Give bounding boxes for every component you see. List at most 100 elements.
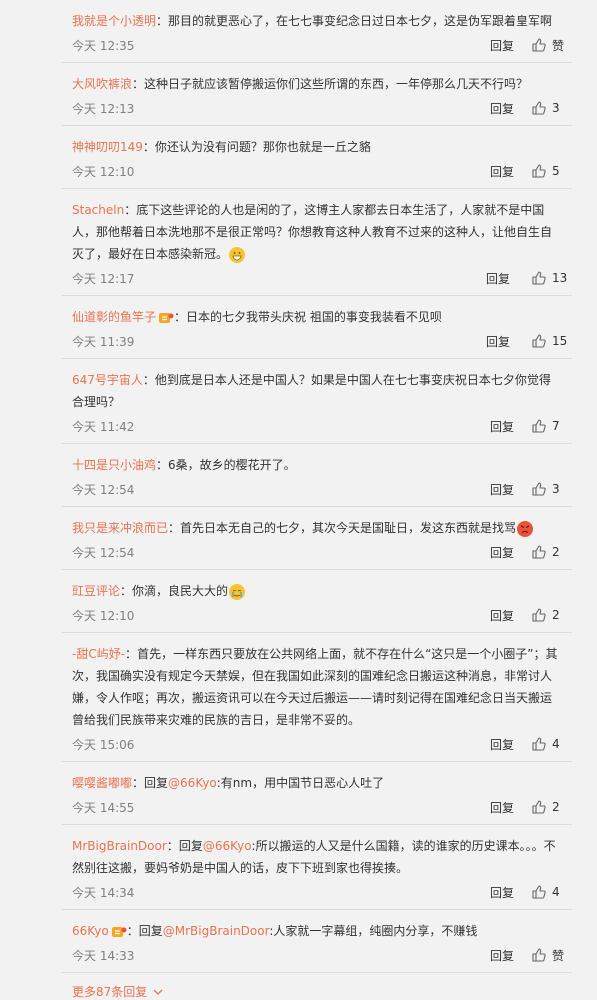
like-button[interactable]: 5 <box>532 164 572 178</box>
reply-button[interactable]: 回复 <box>490 481 514 498</box>
reply-prefix: 回复 <box>144 776 169 790</box>
like-button[interactable]: 15 <box>532 334 572 348</box>
comment-item: MrBigBrainDoor：回复@66Kyo:所以搬运的人又是什么国籍，读的谁… <box>62 825 572 910</box>
comment-text-block: MrBigBrainDoor：回复@66Kyo:所以搬运的人又是什么国籍，读的谁… <box>72 835 572 879</box>
comment-item: Stacheln：底下这些评论的人也是闲的了，这博主人家都去日本生活了，人家就不… <box>62 189 572 296</box>
comment-username[interactable]: 豇豆评论 <box>72 584 120 598</box>
like-button[interactable]: 赞 <box>532 37 572 54</box>
reply-button[interactable]: 回复 <box>486 270 510 287</box>
comment-separator: ： <box>132 776 145 790</box>
reply-button[interactable]: 回复 <box>490 736 514 753</box>
mention-link[interactable]: @MrBigBrainDoor <box>163 924 270 938</box>
angry-emoji <box>517 520 534 537</box>
comment-separator: ： <box>174 310 187 324</box>
comment-separator: ： <box>132 77 145 91</box>
like-button[interactable]: 13 <box>532 271 572 285</box>
comment-username[interactable]: 十四是只小油鸡 <box>72 458 156 472</box>
like-count: 3 <box>552 482 560 496</box>
reply-button[interactable]: 回复 <box>490 884 514 901</box>
like-button[interactable]: 4 <box>532 737 572 751</box>
comment-username[interactable]: 仙道彰的鱼竿子 <box>72 310 156 324</box>
comment-content: 首先，一样东西只要放在公共网络上面，就不存在什么“这只是一个小圈子”；其次，我国… <box>72 647 558 727</box>
reply-button[interactable]: 回复 <box>490 607 514 624</box>
comment-separator: ： <box>156 458 169 472</box>
comment-content: 首先日本无自己的七夕，其次今天是国耻日，发这东西就是找骂 <box>180 521 517 535</box>
reply-button[interactable]: 回复 <box>490 799 514 816</box>
like-count: 7 <box>552 419 560 433</box>
thumbs-up-icon <box>532 164 546 178</box>
mention-link[interactable]: @66Kyo <box>203 839 252 853</box>
comment-username[interactable]: 嘤嘤酱嘟嘟 <box>72 776 132 790</box>
comment-list: 我就是个小透明：那目的就更恶心了，在七七事变纪念日过日本七夕，这是伪军跟着皇军啊… <box>62 0 572 999</box>
like-button[interactable]: 赞 <box>532 947 572 964</box>
comment-item: 嘤嘤酱嘟嘟：回复@66Kyo:有nm，用中国节日恶心人吐了 今天 14:55 回复 2 <box>62 762 572 825</box>
like-count: 2 <box>552 608 560 622</box>
comment-username[interactable]: 大风吹裤浪 <box>72 77 132 91</box>
comment-username[interactable]: 我就是个小透明 <box>72 14 156 28</box>
comment-separator: ： <box>142 373 155 387</box>
comment-meta: 今天 14:34 回复 4 <box>72 881 572 903</box>
comment-item: 我就是个小透明：那目的就更恶心了，在七七事变纪念日过日本七夕，这是伪军跟着皇军啊… <box>62 0 572 63</box>
like-button[interactable]: 3 <box>532 101 572 115</box>
comment-meta: 今天 12:10 回复 2 <box>72 604 572 626</box>
comment-meta: 今天 12:17 回复 13 <box>72 267 572 289</box>
comment-timestamp: 今天 12:17 <box>72 271 135 286</box>
mention-link[interactable]: @66Kyo <box>168 776 217 790</box>
reply-button[interactable]: 回复 <box>486 333 510 350</box>
reply-button[interactable]: 回复 <box>490 37 514 54</box>
comment-item: 我只是来冲浪而已：首先日本无自己的七夕，其次今天是国耻日，发这东西就是找骂 今天 … <box>62 507 572 570</box>
comment-text-block: 66Kyo ：回复@MrBigBrainDoor:人家就一字幕组，纯圈内分享，不赚… <box>72 920 572 942</box>
like-button[interactable]: 4 <box>532 885 572 899</box>
reply-button[interactable]: 回复 <box>490 418 514 435</box>
comment-timestamp: 今天 12:10 <box>72 608 135 623</box>
reply-button[interactable]: 回复 <box>490 163 514 180</box>
chevron-down-icon <box>153 989 163 995</box>
like-button[interactable]: 2 <box>532 545 572 559</box>
comment-meta: 今天 14:55 回复 2 <box>72 796 572 818</box>
comment-meta: 今天 15:06 回复 4 <box>72 733 572 755</box>
comment-username[interactable]: 66Kyo <box>72 924 109 938</box>
like-button[interactable]: 7 <box>532 419 572 433</box>
comment-timestamp: 今天 14:34 <box>72 885 135 900</box>
cry-emoji <box>229 583 246 600</box>
comment-item: 神神叨叨149：你还认为没有问题？那你也就是一丘之貉 今天 12:10 回复 5 <box>62 126 572 189</box>
comment-timestamp: 今天 14:55 <box>72 800 135 815</box>
comment-username[interactable]: Stacheln <box>72 203 124 217</box>
like-button[interactable]: 3 <box>532 482 572 496</box>
comment-timestamp: 今天 12:35 <box>72 38 135 53</box>
comment-text-block: Stacheln：底下这些评论的人也是闲的了，这博主人家都去日本生活了，人家就不… <box>72 199 572 265</box>
like-button[interactable]: 2 <box>532 608 572 622</box>
reply-button[interactable]: 回复 <box>490 544 514 561</box>
comment-username[interactable]: 我只是来冲浪而已 <box>72 521 168 535</box>
comment-separator: ： <box>124 203 137 217</box>
comment-item: 大风吹裤浪：这种日子就应该暂停搬运你们这些所谓的东西，一年停那么几天不行吗？ 今天… <box>62 63 572 126</box>
thumbs-up-icon <box>532 38 546 52</box>
reply-button[interactable]: 回复 <box>490 947 514 964</box>
comment-meta: 今天 12:10 回复 5 <box>72 160 572 182</box>
like-count: 5 <box>552 164 560 178</box>
comment-item: -甜C屿妤-：首先，一样东西只要放在公共网络上面，就不存在什么“这只是一个小圈子… <box>62 633 572 762</box>
more-replies-link[interactable]: 更多87条回复 <box>62 973 572 1000</box>
comment-text-block: 豇豆评论：你滴，良民大大的 <box>72 580 572 602</box>
comment-timestamp: 今天 12:54 <box>72 545 135 560</box>
left-gutter <box>0 0 62 882</box>
comment-content: 你滴，良民大大的 <box>132 584 229 598</box>
comment-username[interactable]: MrBigBrainDoor <box>72 839 167 853</box>
reply-button[interactable]: 回复 <box>490 100 514 117</box>
comment-username[interactable]: 神神叨叨149 <box>72 140 143 154</box>
comment-timestamp: 今天 11:39 <box>72 334 135 349</box>
comment-username[interactable]: -甜C屿妤- <box>72 647 125 661</box>
like-count: 4 <box>552 737 560 751</box>
like-button[interactable]: 2 <box>532 800 572 814</box>
comment-text-block: 大风吹裤浪：这种日子就应该暂停搬运你们这些所谓的东西，一年停那么几天不行吗？ <box>72 73 572 95</box>
comment-text-block: 仙道彰的鱼竿子 ：日本的七夕我带头庆祝 祖国的事变我装看不见呗 <box>72 306 572 328</box>
comment-content: :人家就一字幕组，纯圈内分享，不赚钱 <box>269 924 478 938</box>
like-count: 2 <box>552 545 560 559</box>
thumbs-up-icon <box>532 885 546 899</box>
comment-content: 你还认为没有问题？那你也就是一丘之貉 <box>154 140 371 154</box>
comment-username[interactable]: 647号宇宙人 <box>72 373 143 387</box>
member-badge-icon <box>159 312 174 323</box>
comment-item: 十四是只小油鸡：6桑，故乡的樱花开了。 今天 12:54 回复 3 <box>62 444 572 507</box>
comment-content: 这种日子就应该暂停搬运你们这些所谓的东西，一年停那么几天不行吗？ <box>144 77 529 91</box>
thumbs-up-icon <box>532 948 546 962</box>
